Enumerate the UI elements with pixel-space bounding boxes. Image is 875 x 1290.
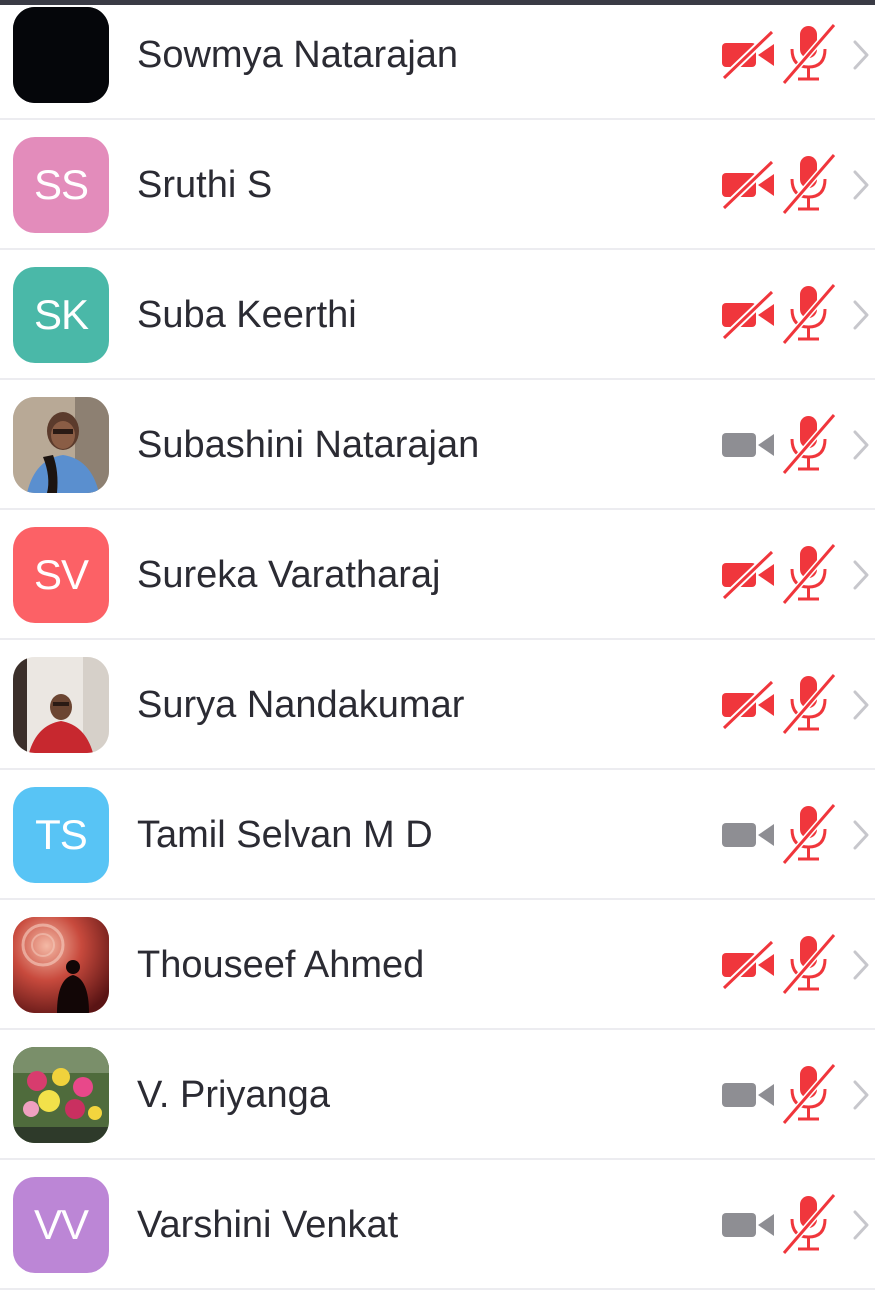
chevron-right-icon[interactable] xyxy=(851,558,871,592)
chevron-right-icon[interactable] xyxy=(851,168,871,202)
chevron-right-icon[interactable] xyxy=(851,1078,871,1112)
participant-row[interactable]: TS Tamil Selvan M D xyxy=(0,770,875,900)
participant-row[interactable]: V. Priyanga xyxy=(0,1030,875,1160)
mic-muted-icon xyxy=(780,1063,838,1125)
participant-name: Tamil Selvan M D xyxy=(137,814,433,856)
mic-muted-icon xyxy=(780,283,838,345)
chevron-right-icon[interactable] xyxy=(851,948,871,982)
mic-muted-icon xyxy=(780,413,838,475)
avatar xyxy=(13,397,109,493)
chevron-right-icon[interactable] xyxy=(851,38,871,72)
participant-row[interactable]: Sowmya Natarajan xyxy=(0,0,875,120)
participant-row[interactable]: Thouseef Ahmed xyxy=(0,900,875,1030)
avatar xyxy=(13,7,109,103)
avatar: SV xyxy=(13,527,109,623)
mic-muted-icon xyxy=(780,1193,838,1255)
video-off-icon xyxy=(720,28,780,82)
chevron-right-icon[interactable] xyxy=(851,1208,871,1242)
avatar: TS xyxy=(13,787,109,883)
participant-name: Sruthi S xyxy=(137,164,273,206)
participant-row[interactable]: Subashini Natarajan xyxy=(0,380,875,510)
participant-name: Subashini Natarajan xyxy=(137,424,480,466)
chevron-right-icon[interactable] xyxy=(851,688,871,722)
avatar: SK xyxy=(13,267,109,363)
avatar xyxy=(13,657,109,753)
avatar-initials: VV xyxy=(33,1201,89,1248)
participant-name: Sureka Varatharaj xyxy=(137,554,441,596)
video-camera-icon xyxy=(720,1198,780,1252)
participant-row[interactable]: SV Sureka Varatharaj xyxy=(0,510,875,640)
video-off-icon xyxy=(720,678,780,732)
avatar-initials: SK xyxy=(33,291,89,338)
chevron-right-icon[interactable] xyxy=(851,428,871,462)
participant-row[interactable]: SS Sruthi S xyxy=(0,120,875,250)
mic-muted-icon xyxy=(780,803,838,865)
video-camera-icon xyxy=(720,808,780,862)
video-off-icon xyxy=(720,938,780,992)
participant-row[interactable]: SK Suba Keerthi xyxy=(0,250,875,380)
participant-name: Surya Nandakumar xyxy=(137,684,465,726)
mic-muted-icon xyxy=(780,673,838,735)
participant-name: Thouseef Ahmed xyxy=(137,944,425,986)
mic-muted-icon xyxy=(780,933,838,995)
participant-name: Sowmya Natarajan xyxy=(137,34,459,76)
video-off-icon xyxy=(720,288,780,342)
participant-name: V. Priyanga xyxy=(137,1074,330,1116)
participant-name: Suba Keerthi xyxy=(137,294,357,336)
participant-row[interactable]: Surya Nandakumar xyxy=(0,640,875,770)
mic-muted-icon xyxy=(780,543,838,605)
avatar xyxy=(13,1047,109,1143)
avatar-initials: TS xyxy=(35,811,88,858)
avatar xyxy=(13,917,109,1013)
video-camera-icon xyxy=(720,418,780,472)
avatar-initials: SS xyxy=(33,161,89,208)
mic-muted-icon xyxy=(780,153,838,215)
participant-list: Sowmya Natarajan SS Sruthi S SK Suba Keerthi… xyxy=(0,0,875,1290)
avatar-initials: SV xyxy=(33,551,89,598)
participant-row[interactable]: VV Varshini Venkat xyxy=(0,1160,875,1290)
avatar: SS xyxy=(13,137,109,233)
avatar: VV xyxy=(13,1177,109,1273)
video-camera-icon xyxy=(720,1068,780,1122)
chevron-right-icon[interactable] xyxy=(851,818,871,852)
mic-muted-icon xyxy=(780,23,838,85)
participant-name: Varshini Venkat xyxy=(137,1204,399,1246)
chevron-right-icon[interactable] xyxy=(851,298,871,332)
video-off-icon xyxy=(720,548,780,602)
video-off-icon xyxy=(720,158,780,212)
